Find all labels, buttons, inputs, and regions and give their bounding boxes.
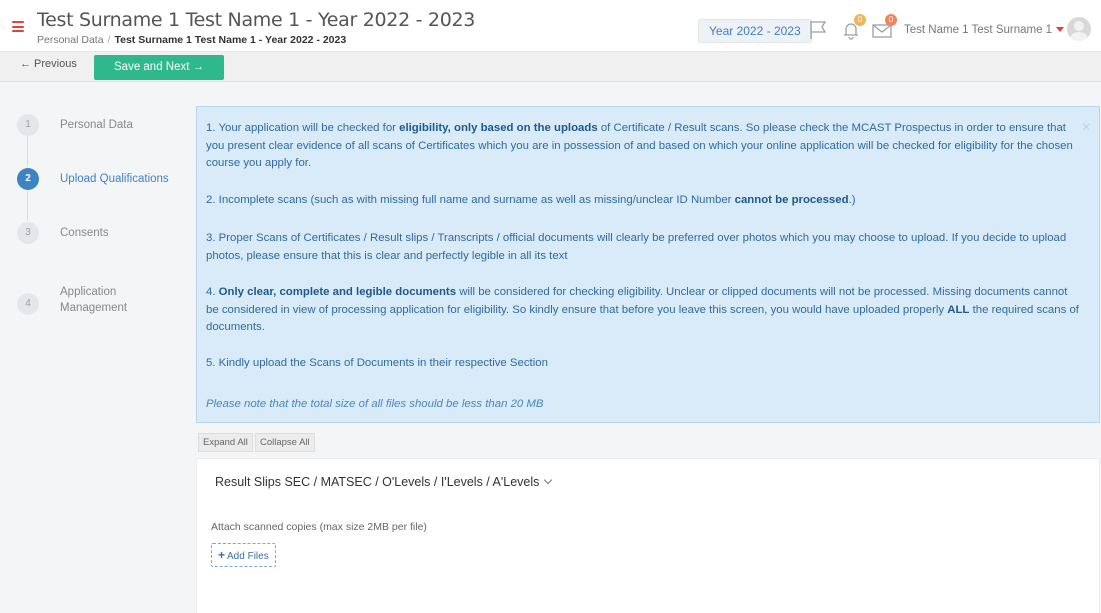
step-label: Consents (60, 227, 109, 239)
step-label: Upload Qualifications (60, 173, 169, 185)
breadcrumb: Personal Data / Test Surname 1 Test Name 1… (37, 34, 347, 46)
chevron-down-icon (544, 475, 553, 485)
step-number: 3 (17, 222, 39, 244)
add-files-button[interactable]: + Add Files (211, 543, 276, 567)
instruction-5: 5. Kindly upload the Scans of Documents … (206, 357, 548, 369)
attach-label: Attach scanned copies (max size 2MB per … (211, 521, 427, 533)
save-and-next-button[interactable]: Save and Next → (94, 55, 225, 80)
top-header: Test Surname 1 Test Name 1 - Year 2022 -… (0, 0, 1101, 52)
step-number: 2 (17, 168, 39, 190)
action-toolbar: ← Previous Save and Next → (0, 52, 1101, 82)
user-name: Test Name 1 Test Surname 1 (904, 24, 1053, 36)
breadcrumb-personal-data[interactable]: Personal Data (37, 34, 104, 46)
instruction-4: 4. Only clear, complete and legible docu… (206, 286, 1079, 333)
result-slips-section: Result Slips SEC / MATSEC / O'Levels / I… (196, 458, 1100, 613)
flag-icon[interactable] (805, 17, 831, 43)
messages-count-badge: 0 (885, 14, 897, 26)
breadcrumb-current: Test Surname 1 Test Name 1 - Year 2022 -… (114, 34, 347, 46)
instruction-2: 2. Incomplete scans (such as with missin… (206, 194, 856, 206)
year-selector[interactable]: Year 2022 - 2023 (698, 19, 812, 43)
step-number: 1 (17, 114, 39, 136)
wizard-stepper: 1 Personal Data 2 Upload Qualifications … (0, 82, 195, 613)
collapse-all-button[interactable]: Collapse All (255, 433, 315, 452)
notifications-count-badge: 0 (854, 14, 866, 26)
messages-envelope-icon[interactable]: 0 (869, 14, 897, 43)
expand-all-button[interactable]: Expand All (198, 433, 253, 452)
previous-button[interactable]: ← Previous (20, 58, 77, 70)
avatar[interactable] (1067, 17, 1091, 41)
step-label: Application Management (60, 286, 128, 314)
section-header[interactable]: Result Slips SEC / MATSEC / O'Levels / I… (215, 475, 553, 489)
step-label: Personal Data (60, 119, 133, 131)
file-size-note: Please note that the total size of all f… (206, 398, 544, 410)
instruction-1: 1. Your application will be checked for … (206, 122, 1073, 169)
caret-down-icon (1056, 27, 1065, 33)
step-connector (27, 190, 28, 220)
instruction-3: 3. Proper Scans of Certificates / Result… (206, 232, 1067, 262)
user-menu[interactable]: Test Name 1 Test Surname 1 (904, 24, 1065, 36)
step-number: 4 (17, 293, 39, 315)
notifications-bell-icon[interactable]: 0 (838, 14, 866, 43)
plus-icon: + (218, 548, 226, 562)
menu-icon[interactable] (12, 21, 24, 32)
page-title: Test Surname 1 Test Name 1 - Year 2022 -… (37, 9, 476, 31)
close-icon[interactable]: × (1082, 120, 1091, 136)
upload-instructions-alert: × 1. Your application will be checked fo… (196, 106, 1100, 423)
section-title: Result Slips SEC / MATSEC / O'Levels / I… (215, 475, 540, 489)
